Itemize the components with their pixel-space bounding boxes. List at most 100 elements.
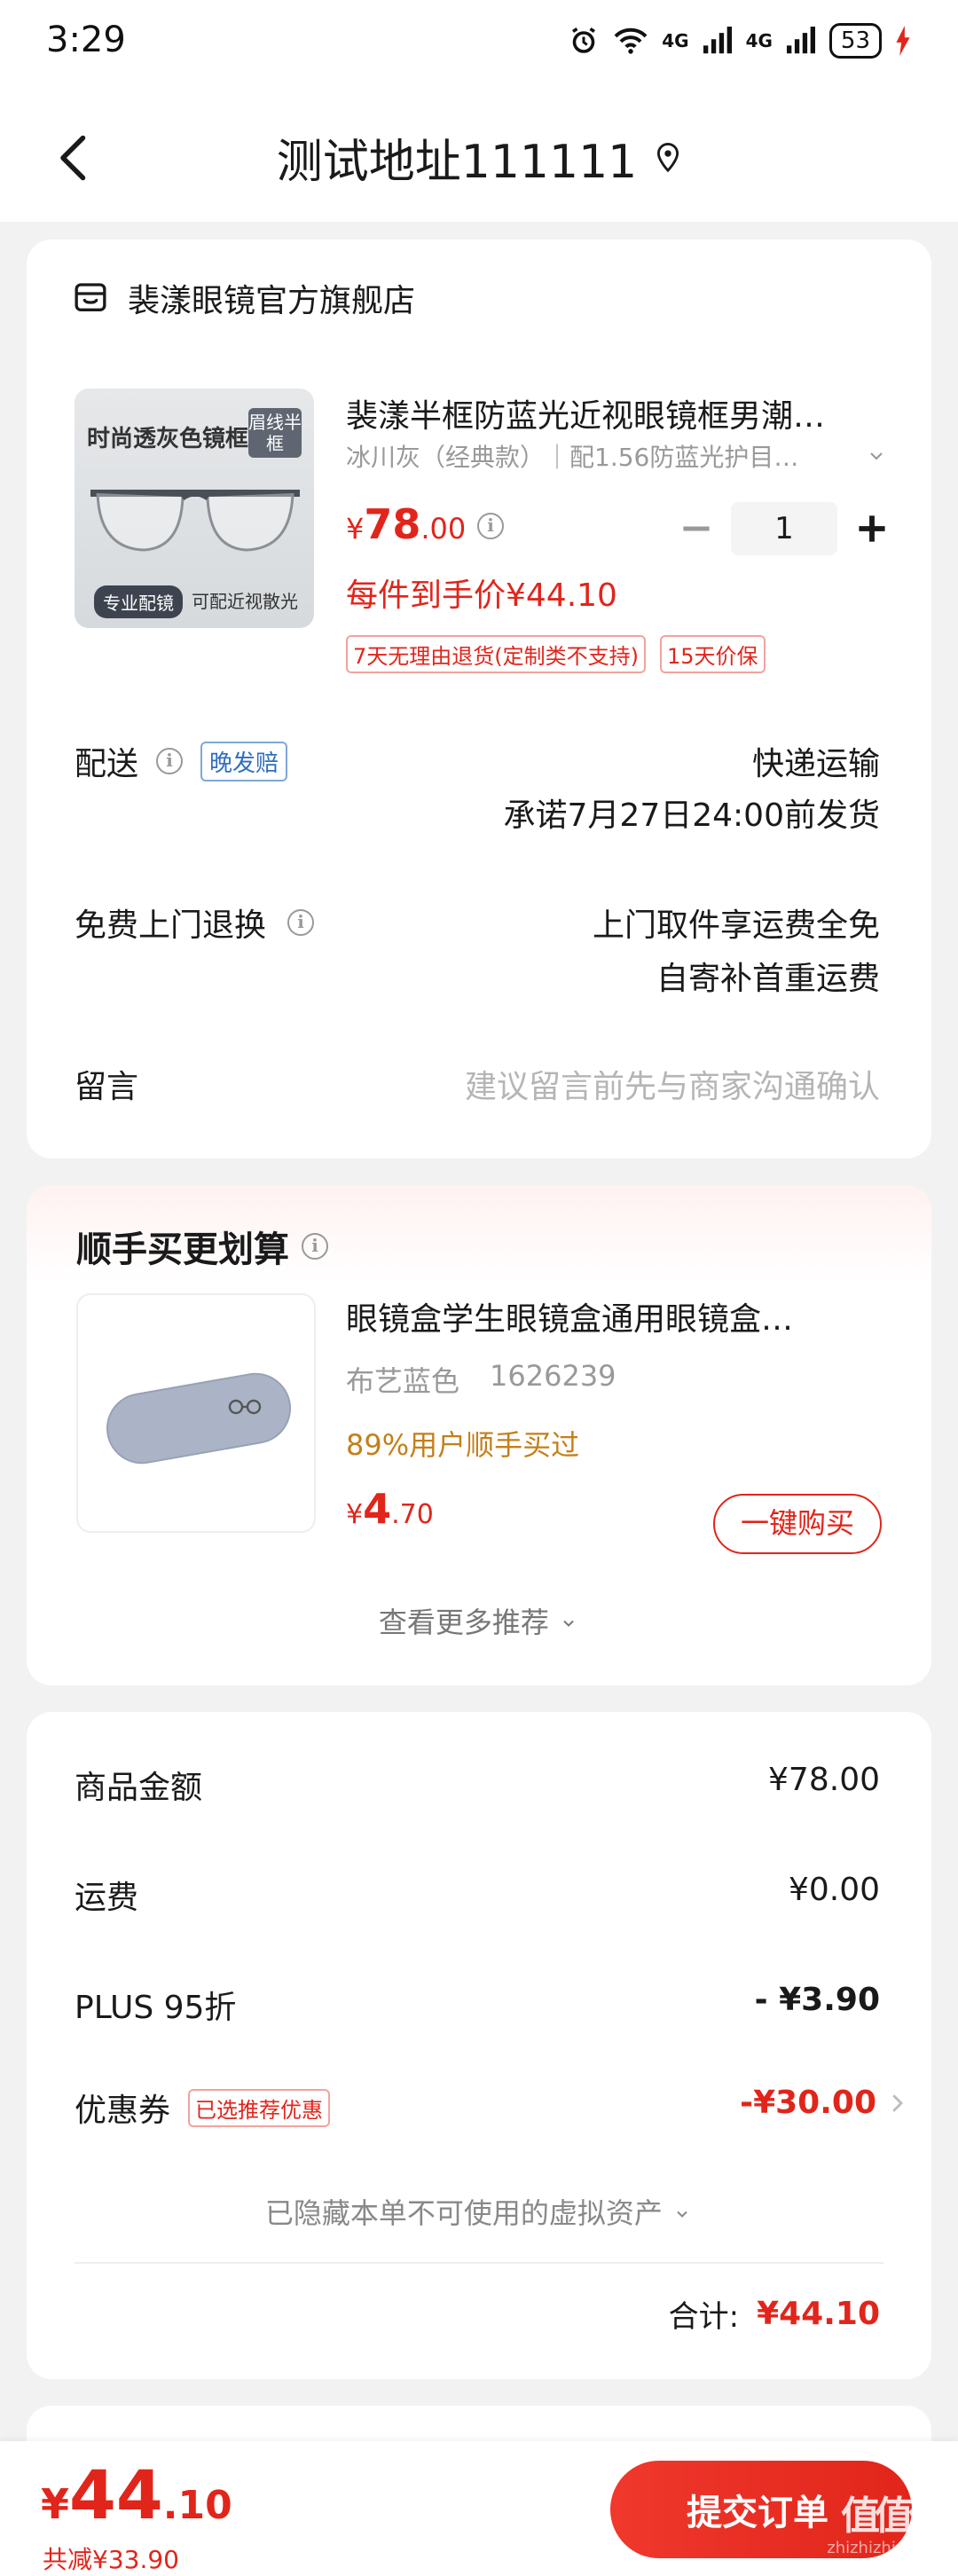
delivery-row[interactable]: 配送 i 晚发赔 xyxy=(75,738,288,784)
price-info-icon[interactable]: i xyxy=(477,513,504,539)
eyeglasses-illustration xyxy=(90,490,300,552)
product-image-tag-1: 专业配镜 xyxy=(94,585,183,618)
recommend-item-spec: 布艺蓝色 1626239 xyxy=(346,1359,616,1400)
status-icons: 4G 4G 53 xyxy=(568,23,912,59)
summary-divider xyxy=(75,2262,883,2264)
plus-discount-value: - ¥3.90 xyxy=(754,1982,880,2018)
service-tag-return: 7天无理由退货(定制类不支持) xyxy=(346,635,646,673)
service-tag-price-protect: 15天价保 xyxy=(660,635,766,673)
address-text: 测试地址111111 xyxy=(276,136,638,189)
goods-amount-value: ¥78.00 xyxy=(768,1762,880,1798)
message-input[interactable]: 建议留言前先与商家沟通确认 xyxy=(465,1061,880,1107)
recommend-item-hint: 89%用户顺手买过 xyxy=(346,1428,580,1462)
store-icon xyxy=(75,283,106,311)
address-title[interactable]: 测试地址111111 xyxy=(0,124,958,191)
bottom-price-decimal: .10 xyxy=(162,2483,232,2528)
charging-icon xyxy=(896,26,910,56)
recommend-info-icon[interactable]: i xyxy=(302,1233,328,1260)
total-label: 合计: xyxy=(668,2299,740,2335)
delivery-label: 配送 xyxy=(75,746,139,782)
signal-icon-1 xyxy=(703,27,732,54)
return-info-icon[interactable]: i xyxy=(287,909,315,936)
more-recommend-label: 查看更多推荐 xyxy=(378,1606,549,1639)
product-price: ¥ 78 .00 xyxy=(346,500,466,548)
network-type-1: 4G xyxy=(662,30,689,51)
store-name: 裴漾眼镜官方旗舰店 xyxy=(128,283,416,319)
plus-discount-label: PLUS 95折 xyxy=(75,1990,237,2026)
product-spec-text: 冰川灰（经典款）｜配1.56防蓝光护目… xyxy=(346,443,799,472)
wifi-icon xyxy=(614,27,648,54)
late-compensation-badge: 晚发赔 xyxy=(200,741,288,781)
alarm-icon xyxy=(572,27,596,53)
coupon-label: 优惠券 xyxy=(75,2093,171,2129)
increase-button[interactable] xyxy=(850,507,894,551)
quantity-stepper: 1 xyxy=(674,502,894,555)
signal-icon-2 xyxy=(786,27,815,54)
return-service-line1: 上门取件享运费全免 xyxy=(592,907,880,944)
recommend-item-title[interactable]: 眼镜盒学生眼镜盒通用眼镜盒… xyxy=(346,1293,887,1339)
recommend-item-code: 1626239 xyxy=(490,1359,616,1393)
one-click-buy-button[interactable]: 一键购买 xyxy=(713,1494,882,1554)
recommend-item-price: ¥ 4 .70 xyxy=(346,1485,434,1533)
status-time: 3:29 xyxy=(46,20,126,60)
bottom-price-currency: ¥ xyxy=(41,2480,70,2528)
store-header[interactable]: 裴漾眼镜官方旗舰店 xyxy=(73,275,415,321)
chevron-down-icon xyxy=(677,2211,687,2218)
quantity-input[interactable]: 1 xyxy=(731,502,837,555)
service-tags: 7天无理由退货(定制类不支持) 15天价保 xyxy=(346,635,766,673)
price-summary-card: 商品金额 ¥78.00 运费 ¥0.00 PLUS 95折 - ¥3.90 优惠… xyxy=(27,1712,931,2379)
recommend-card: 顺手买更划算 i 眼镜盒学生眼镜盒通用眼镜盒… 布艺蓝色 1626239 89%… xyxy=(27,1185,931,1685)
recommend-header: 顺手买更划算 i xyxy=(76,1221,328,1272)
bottom-total-price: ¥ 44 .10 xyxy=(41,2455,232,2534)
return-service-line2: 自寄补首重运费 xyxy=(656,961,880,997)
hidden-assets-toggle[interactable]: 已隐藏本单不可使用的虚拟资产 xyxy=(27,2191,931,2232)
freight-value: ¥0.00 xyxy=(788,1872,880,1908)
return-service-row[interactable]: 免费上门退换 i xyxy=(75,899,315,946)
product-image-caption: 时尚透灰色镜框 xyxy=(87,426,249,452)
recommend-title: 顺手买更划算 xyxy=(76,1229,289,1270)
recommend-price-integer: 4 xyxy=(363,1485,392,1533)
nav-bar: 测试地址111111 xyxy=(0,89,958,222)
network-type-2: 4G xyxy=(745,30,773,51)
goods-amount-label: 商品金额 xyxy=(75,1770,203,1806)
coupon-value-wrap[interactable]: -¥30.00 xyxy=(740,2085,907,2121)
chevron-down-icon xyxy=(563,1620,574,1627)
location-pin-icon xyxy=(657,142,679,172)
product-spec[interactable]: 冰川灰（经典款）｜配1.56防蓝光护目… xyxy=(346,438,887,474)
more-recommend-link[interactable]: 查看更多推荐 xyxy=(27,1600,931,1641)
coupon-badge: 已选推荐优惠 xyxy=(188,2088,331,2127)
freight-label: 运费 xyxy=(75,1880,139,1916)
battery-icon: 53 xyxy=(828,23,882,59)
bottom-checkout-bar: ¥ 44 .10 共减¥33.90 提交订单 xyxy=(0,2441,958,2576)
return-service-label: 免费上门退换 xyxy=(75,907,267,944)
watermark-logo: 值值值 xyxy=(841,2494,947,2539)
price-integer: 78 xyxy=(364,500,421,548)
total-value: ¥44.10 xyxy=(757,2296,880,2332)
chevron-right-icon xyxy=(892,2093,903,2112)
total-row: 合计: ¥44.10 xyxy=(669,2292,880,2336)
delivery-promise: 承诺7月27日24:00前发货 xyxy=(503,797,880,834)
bottom-price-integer: 44 xyxy=(69,2455,163,2534)
recommend-item-image[interactable] xyxy=(76,1293,316,1533)
price-decimal: .00 xyxy=(420,512,467,546)
glasses-case-illustration xyxy=(106,1372,292,1465)
delivery-method: 快递运输 xyxy=(751,746,880,782)
product-image[interactable]: 时尚透灰色镜框 眉线半框 专业配镜 可配近视散光 xyxy=(75,389,314,628)
coupon-value: -¥30.00 xyxy=(740,2085,876,2121)
bottom-saved-amount: 共减¥33.90 xyxy=(43,2545,179,2574)
product-image-tag-2: 可配近视散光 xyxy=(192,591,298,612)
coupon-row[interactable]: 优惠券 已选推荐优惠 xyxy=(75,2085,331,2131)
delivery-info-icon[interactable]: i xyxy=(156,748,184,774)
product-title[interactable]: 裴漾半框防蓝光近视眼镜框男潮… xyxy=(346,390,887,436)
decrease-button[interactable] xyxy=(674,507,718,551)
order-card: 裴漾眼镜官方旗舰店 时尚透灰色镜框 眉线半框 专业配镜 可配近视散光 裴漾半框防… xyxy=(27,240,931,1158)
message-label: 留言 xyxy=(75,1069,139,1105)
status-bar: 3:29 4G 4G 53 xyxy=(0,0,958,89)
chevron-down-icon xyxy=(870,452,883,460)
final-price: 每件到手价¥44.10 xyxy=(346,577,617,614)
recommend-price-decimal: .70 xyxy=(391,1499,434,1530)
recommend-price-currency: ¥ xyxy=(346,1499,364,1530)
product-image-badge: 眉线半框 xyxy=(248,408,302,458)
recommend-item-color: 布艺蓝色 xyxy=(346,1364,460,1398)
price-currency: ¥ xyxy=(346,512,365,546)
